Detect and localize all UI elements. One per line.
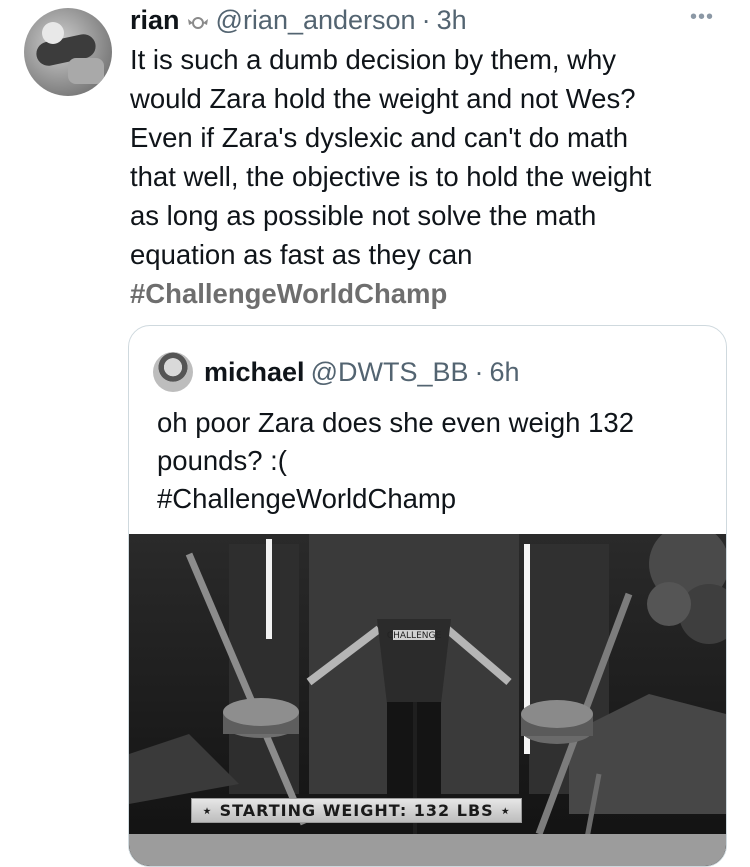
- tweet-header: rian @rian_anderson · 3h: [130, 2, 467, 38]
- quoted-tweet-timestamp[interactable]: 6h: [490, 354, 520, 390]
- hashtag-link[interactable]: #ChallengeWorldChamp: [130, 274, 730, 313]
- author-handle[interactable]: @rian_anderson: [216, 2, 416, 38]
- tweet-text-line: that well, the objective is to hold the …: [130, 161, 652, 192]
- more-icon[interactable]: •••: [690, 6, 714, 29]
- tweet-timestamp[interactable]: 3h: [437, 2, 467, 38]
- author-avatar[interactable]: [24, 8, 112, 96]
- tweet-text-line: It is such a dumb decision by them, why: [130, 44, 617, 75]
- shirt-text: CHALLENGE: [387, 631, 442, 641]
- tweet-text-line: Even if Zara's dyslexic and can't do mat…: [130, 122, 629, 153]
- quoted-media-image[interactable]: CHALLENGE ⋆ STARTING WEIGHT: 132 LBS ⋆: [129, 534, 726, 866]
- quoted-tweet-header: michael @DWTS_BB · 6h: [204, 354, 520, 390]
- quoted-author-name[interactable]: michael: [204, 354, 305, 390]
- quoted-text-line: oh poor Zara does she even weigh 132: [157, 407, 634, 438]
- quoted-text-line: pounds? :(: [157, 445, 287, 476]
- author-name[interactable]: rian: [130, 2, 180, 38]
- tweet-text-line: as long as possible not solve the math: [130, 200, 597, 231]
- candy-icon: [186, 8, 210, 32]
- quoted-author-handle[interactable]: @DWTS_BB: [311, 354, 469, 390]
- separator-dot: ·: [474, 357, 484, 387]
- starting-weight-banner: ⋆ STARTING WEIGHT: 132 LBS ⋆: [191, 798, 523, 823]
- separator-dot: ·: [421, 5, 431, 35]
- quoted-tweet-text: oh poor Zara does she even weigh 132 pou…: [157, 404, 697, 518]
- quoted-hashtag-link[interactable]: #ChallengeWorldChamp: [157, 480, 697, 518]
- tweet-text-line: would Zara hold the weight and not Wes?: [130, 83, 636, 114]
- quoted-tweet-card[interactable]: michael @DWTS_BB · 6h oh poor Zara does …: [128, 325, 727, 867]
- tweet-text: It is such a dumb decision by them, why …: [130, 40, 730, 313]
- quoted-author-avatar[interactable]: [153, 352, 193, 392]
- tweet-text-line: equation as fast as they can: [130, 239, 473, 270]
